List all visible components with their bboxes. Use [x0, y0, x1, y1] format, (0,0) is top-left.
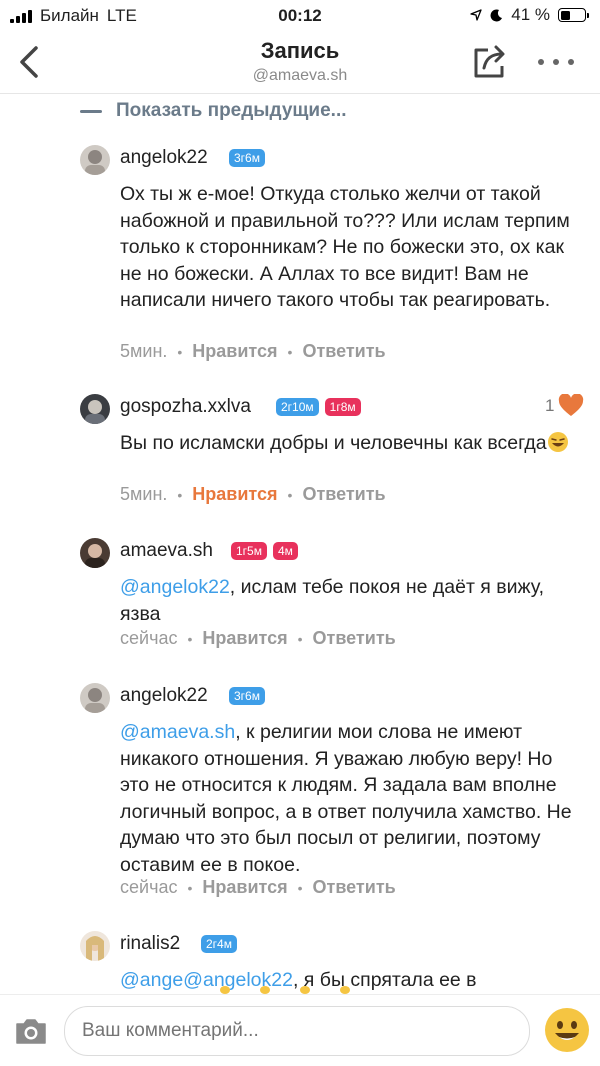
avatar[interactable]	[80, 931, 110, 961]
location-arrow-icon	[470, 9, 482, 21]
status-badge: 3г6м	[229, 687, 265, 705]
status-right: 41 %	[470, 5, 589, 25]
emoji-row-partial	[220, 986, 350, 994]
mention-link[interactable]: @amaeva.sh	[120, 721, 235, 743]
comment-meta: сейчас • Нравится • Ответить	[120, 877, 396, 898]
like-count[interactable]: 1	[545, 394, 584, 418]
reply-button[interactable]: Ответить	[313, 877, 396, 898]
badge-group: 1г5м 4м	[231, 542, 298, 560]
comment-text: @angelok22, ислам тебе покоя не даёт я в…	[120, 574, 580, 627]
comment-meta: сейчас • Нравится • Ответить	[120, 628, 396, 649]
camera-icon[interactable]	[14, 1017, 48, 1045]
comment-composer	[0, 994, 600, 1066]
comment-username[interactable]: angelok22	[120, 147, 208, 169]
reply-button[interactable]: Ответить	[302, 341, 385, 362]
comment-time: 5мин.	[120, 484, 168, 504]
status-bar: Билайн LTE 00:12 41 %	[0, 0, 600, 34]
avatar[interactable]	[80, 394, 110, 424]
comment-time: 5мин.	[120, 341, 168, 361]
heart-icon	[559, 394, 584, 416]
page-title: Запись	[260, 38, 340, 63]
comment-meta: 5мин. • Нравится • Ответить	[120, 484, 386, 505]
reply-button[interactable]: Ответить	[313, 628, 396, 649]
moon-icon	[490, 8, 503, 21]
badge-group: 3г6м	[229, 149, 265, 167]
battery-percent: 41 %	[511, 5, 550, 24]
avatar[interactable]	[80, 145, 110, 175]
smiley-emoji-icon[interactable]	[544, 1007, 590, 1053]
avatar[interactable]	[80, 538, 110, 568]
page-subtitle[interactable]: @amaeva.sh	[0, 67, 600, 85]
badge-group: 2г4м	[201, 935, 237, 953]
comment-text: @ange@angelok22, я бы спрятала ее в	[120, 967, 580, 994]
like-button[interactable]: Нравится	[192, 484, 277, 505]
battery-icon	[558, 8, 589, 22]
more-options-icon[interactable]	[538, 48, 574, 76]
show-previous-button[interactable]: Показать предыдущие...	[80, 100, 347, 122]
like-button[interactable]: Нравится	[192, 341, 277, 362]
badge-group: 2г10м 1г8м	[276, 398, 361, 416]
comment-text-content: Вы по исламски добры и человечны как все…	[120, 432, 547, 454]
comment-text: @amaeva.sh, к религии мои слова не имеют…	[120, 719, 580, 878]
comment-text-content: , к религии мои слова не имеют никакого …	[120, 721, 572, 876]
comment-time: сейчас	[120, 628, 178, 648]
comment-text: Вы по исламски добры и человечны как все…	[120, 430, 580, 457]
comment-meta: 5мин. • Нравится • Ответить	[120, 341, 386, 362]
dash-icon	[80, 109, 102, 113]
badge-group: 3г6м	[229, 687, 265, 705]
header: Запись @amaeva.sh	[0, 34, 600, 94]
avatar[interactable]	[80, 683, 110, 713]
comment-text: Ох ты ж е-мое! Откуда столько желчи от т…	[120, 183, 570, 311]
status-badge: 1г8м	[324, 398, 361, 416]
comment-username[interactable]: amaeva.sh	[120, 540, 213, 562]
status-badge: 1г5м	[231, 542, 267, 560]
like-count-number: 1	[545, 396, 555, 415]
laughing-emoji-icon	[547, 432, 568, 452]
status-badge: 4м	[272, 542, 298, 560]
show-previous-label: Показать предыдущие...	[116, 100, 347, 121]
comment-input[interactable]	[64, 1006, 530, 1056]
reply-button[interactable]: Ответить	[302, 484, 385, 505]
comment-time: сейчас	[120, 877, 178, 897]
status-badge: 3г6м	[229, 149, 265, 167]
comment-username[interactable]: angelok22	[120, 685, 208, 707]
comment-username[interactable]: gospozha.xxlva	[120, 396, 251, 418]
share-icon[interactable]	[470, 42, 510, 82]
status-badge: 2г10м	[276, 398, 319, 416]
like-button[interactable]: Нравится	[202, 877, 287, 898]
like-button[interactable]: Нравится	[202, 628, 287, 649]
mention-link[interactable]: @angelok22	[120, 576, 230, 598]
comment-username[interactable]: rinalis2	[120, 933, 180, 955]
status-badge: 2г4м	[201, 935, 237, 953]
